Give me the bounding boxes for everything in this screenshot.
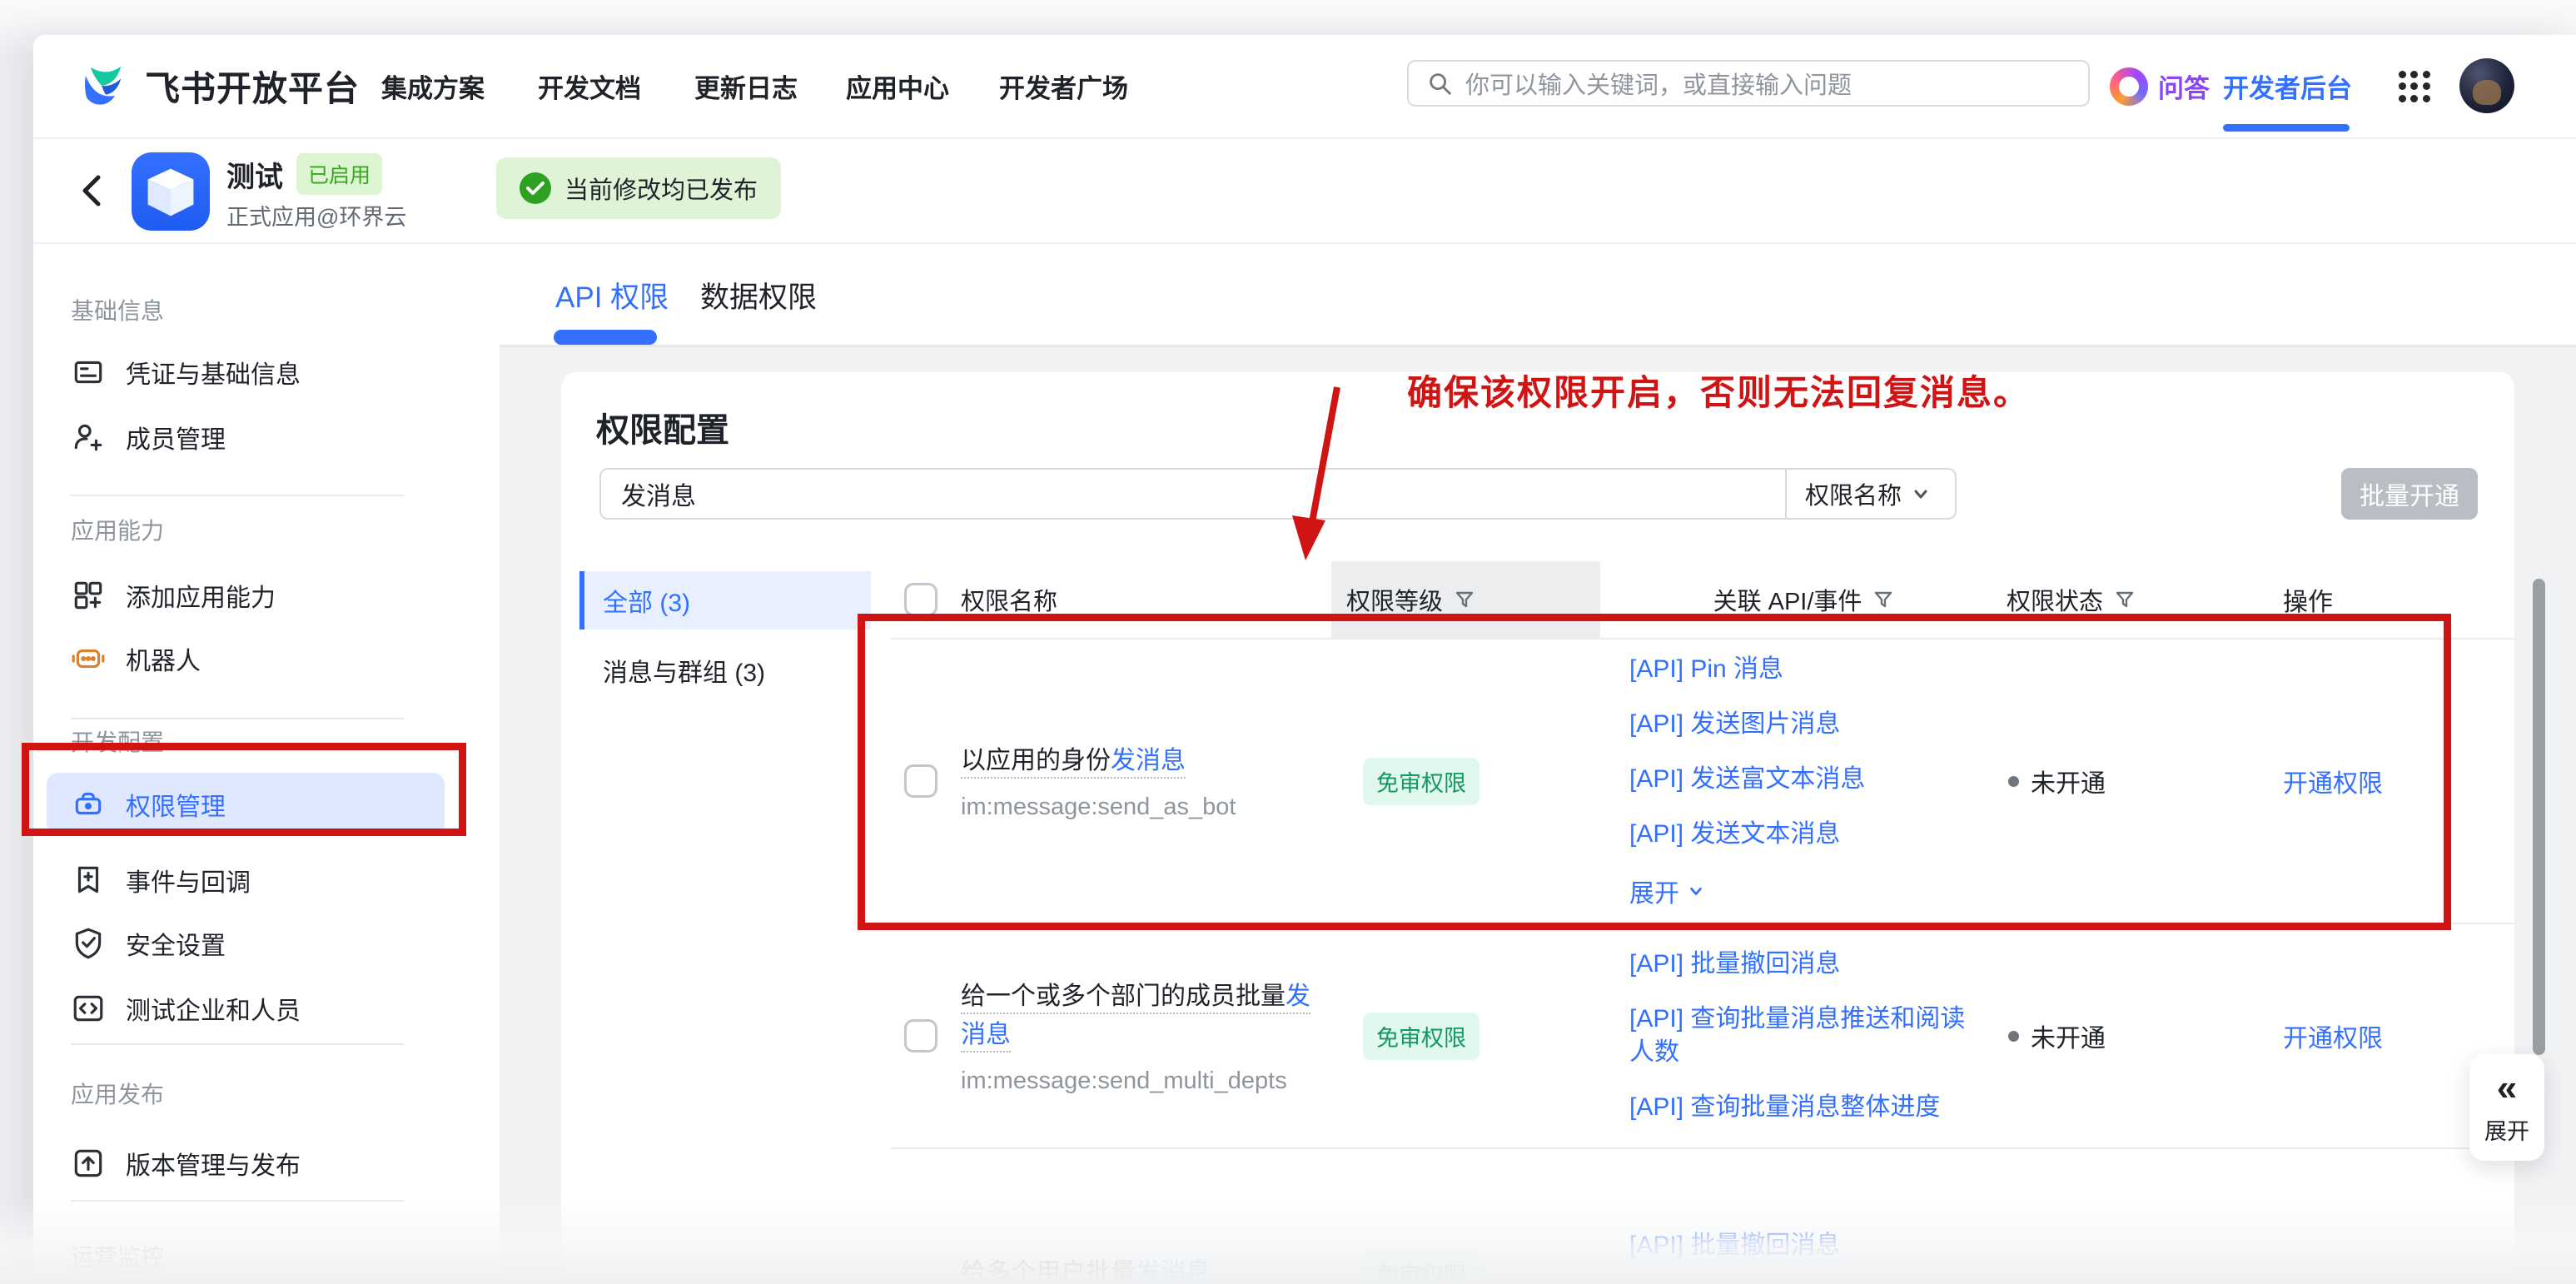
- console-link[interactable]: 开发者后台: [2223, 35, 2352, 137]
- col-action: 操作: [2283, 581, 2333, 618]
- divider: [71, 1043, 404, 1045]
- annotation-arrow: [1274, 379, 1374, 575]
- sidebar-item-security[interactable]: 安全设置: [57, 913, 473, 973]
- filter-funnel-icon[interactable]: [2115, 590, 2135, 610]
- search-input[interactable]: 你可以输入关键词，或直接输入问题: [1407, 60, 2090, 107]
- col-api[interactable]: 关联 API/事件: [1600, 582, 1992, 617]
- search-field-select[interactable]: 权限名称: [1787, 468, 1957, 520]
- console-active-bar: [2223, 124, 2350, 132]
- bottom-fade-overlay: [0, 1199, 2576, 1284]
- filter-funnel-icon[interactable]: [1455, 590, 1474, 610]
- brand-title: 飞书开放平台: [145, 61, 360, 112]
- sidebar-item-add-capability[interactable]: 添加应用能力: [57, 565, 473, 625]
- avatar[interactable]: [2459, 58, 2514, 113]
- sidebar-item-credentials[interactable]: 凭证与基础信息: [57, 342, 473, 402]
- col-status[interactable]: 权限状态: [1992, 582, 2258, 617]
- status-text: 未开通: [2031, 1018, 2106, 1054]
- apps-grid-icon[interactable]: [2396, 68, 2433, 105]
- api-link[interactable]: [API] 查询批量消息整体进度: [1629, 1091, 1983, 1124]
- add-capability-icon: [71, 578, 106, 613]
- tab-data-permissions[interactable]: 数据权限: [700, 246, 817, 345]
- chevron-down-icon: [1912, 485, 1930, 503]
- nav-link-solutions[interactable]: 集成方案: [381, 35, 485, 137]
- sidebar-item-bot[interactable]: 机器人: [57, 629, 473, 689]
- event-callback-icon: [71, 863, 106, 898]
- annotation-box-table-row: [858, 614, 2451, 930]
- tabs-bar: API 权限 数据权限: [500, 246, 2576, 347]
- section-basic-info: 基础信息: [71, 293, 164, 326]
- app-icon: [132, 152, 210, 231]
- shield-check-icon: [71, 926, 106, 961]
- nav-link-changelog[interactable]: 更新日志: [694, 35, 798, 137]
- app-type: 正式应用@环界云: [226, 199, 406, 231]
- publish-status-banner: 当前修改均已发布: [496, 157, 781, 219]
- nav-link-marketplace[interactable]: 开发者广场: [999, 35, 1128, 137]
- sidebar-item-test-org[interactable]: 测试企业和人员: [57, 978, 473, 1038]
- release-upload-icon: [71, 1146, 106, 1181]
- expand-panel-button[interactable]: « 展开: [2469, 1054, 2544, 1161]
- page-title: 权限配置: [596, 403, 729, 451]
- api-link[interactable]: [API] 查询批量消息推送和阅读人数: [1629, 1003, 1983, 1069]
- sidebar-item-members[interactable]: 成员管理: [57, 407, 473, 467]
- active-tab-indicator: [554, 330, 657, 345]
- select-all-checkbox[interactable]: [904, 583, 937, 616]
- search-placeholder: 你可以输入关键词，或直接输入问题: [1465, 66, 1852, 101]
- qna-ring-icon: [2110, 67, 2148, 106]
- col-name: 权限名称: [961, 582, 1327, 617]
- divider: [71, 718, 404, 719]
- sidebar-item-version-release[interactable]: 版本管理与发布: [57, 1133, 473, 1193]
- permission-name[interactable]: 给一个或多个部门的成员批量发消息: [961, 978, 1327, 1054]
- top-navbar: 飞书开放平台 集成方案 开发文档 更新日志 应用中心 开发者广场 你可以输入关键…: [33, 35, 2576, 137]
- filter-message-group[interactable]: 消息与群组 (3): [579, 641, 871, 699]
- nav-link-appcenter[interactable]: 应用中心: [846, 35, 949, 137]
- app-header: 测试 已启用 正式应用@环界云 当前修改均已发布: [33, 137, 2576, 244]
- enabled-badge: 已启用: [296, 153, 382, 195]
- member-add-icon: [71, 420, 106, 455]
- filter-funnel-icon[interactable]: [1873, 590, 1893, 610]
- sidebar-item-events[interactable]: 事件与回调: [57, 850, 473, 910]
- permission-search-input[interactable]: 发消息: [599, 468, 1787, 520]
- row-checkbox[interactable]: [904, 1019, 937, 1053]
- status-dot: [2008, 1031, 2019, 1042]
- brand[interactable]: 飞书开放平台: [82, 35, 360, 137]
- table-row: 给一个或多个部门的成员批量发消息 im:message:send_multi_d…: [891, 923, 2516, 1147]
- search-icon: [1425, 69, 1454, 97]
- double-chevron-left-icon: «: [2497, 1070, 2517, 1107]
- filter-all[interactable]: 全部 (3): [579, 571, 871, 630]
- annotation-box-sidebar: [22, 743, 466, 836]
- bulk-open-button[interactable]: 批量开通: [2341, 468, 2478, 520]
- permission-code: im:message:send_multi_depts: [961, 1068, 1327, 1095]
- app-name: 测试: [226, 154, 283, 195]
- open-permission-link[interactable]: 开通权限: [2283, 1018, 2383, 1054]
- divider: [71, 495, 404, 496]
- nav-link-docs[interactable]: 开发文档: [538, 35, 641, 137]
- feishu-logo-icon: [82, 62, 130, 111]
- back-icon[interactable]: [77, 172, 110, 209]
- scrollbar-thumb[interactable]: [2533, 579, 2545, 1055]
- level-badge: 免审权限: [1363, 1013, 1479, 1060]
- section-capabilities: 应用能力: [71, 513, 164, 546]
- annotation-note: 确保该权限开启，否则无法回复消息。: [1407, 365, 2030, 416]
- credential-card-icon: [71, 355, 106, 390]
- api-link[interactable]: [API] 批量撤回消息: [1629, 948, 1983, 981]
- check-circle-icon: [520, 172, 551, 204]
- code-brackets-icon: [71, 991, 106, 1026]
- section-release: 应用发布: [71, 1077, 164, 1110]
- robot-icon: [71, 641, 106, 676]
- qna-link[interactable]: 问答: [2110, 35, 2210, 137]
